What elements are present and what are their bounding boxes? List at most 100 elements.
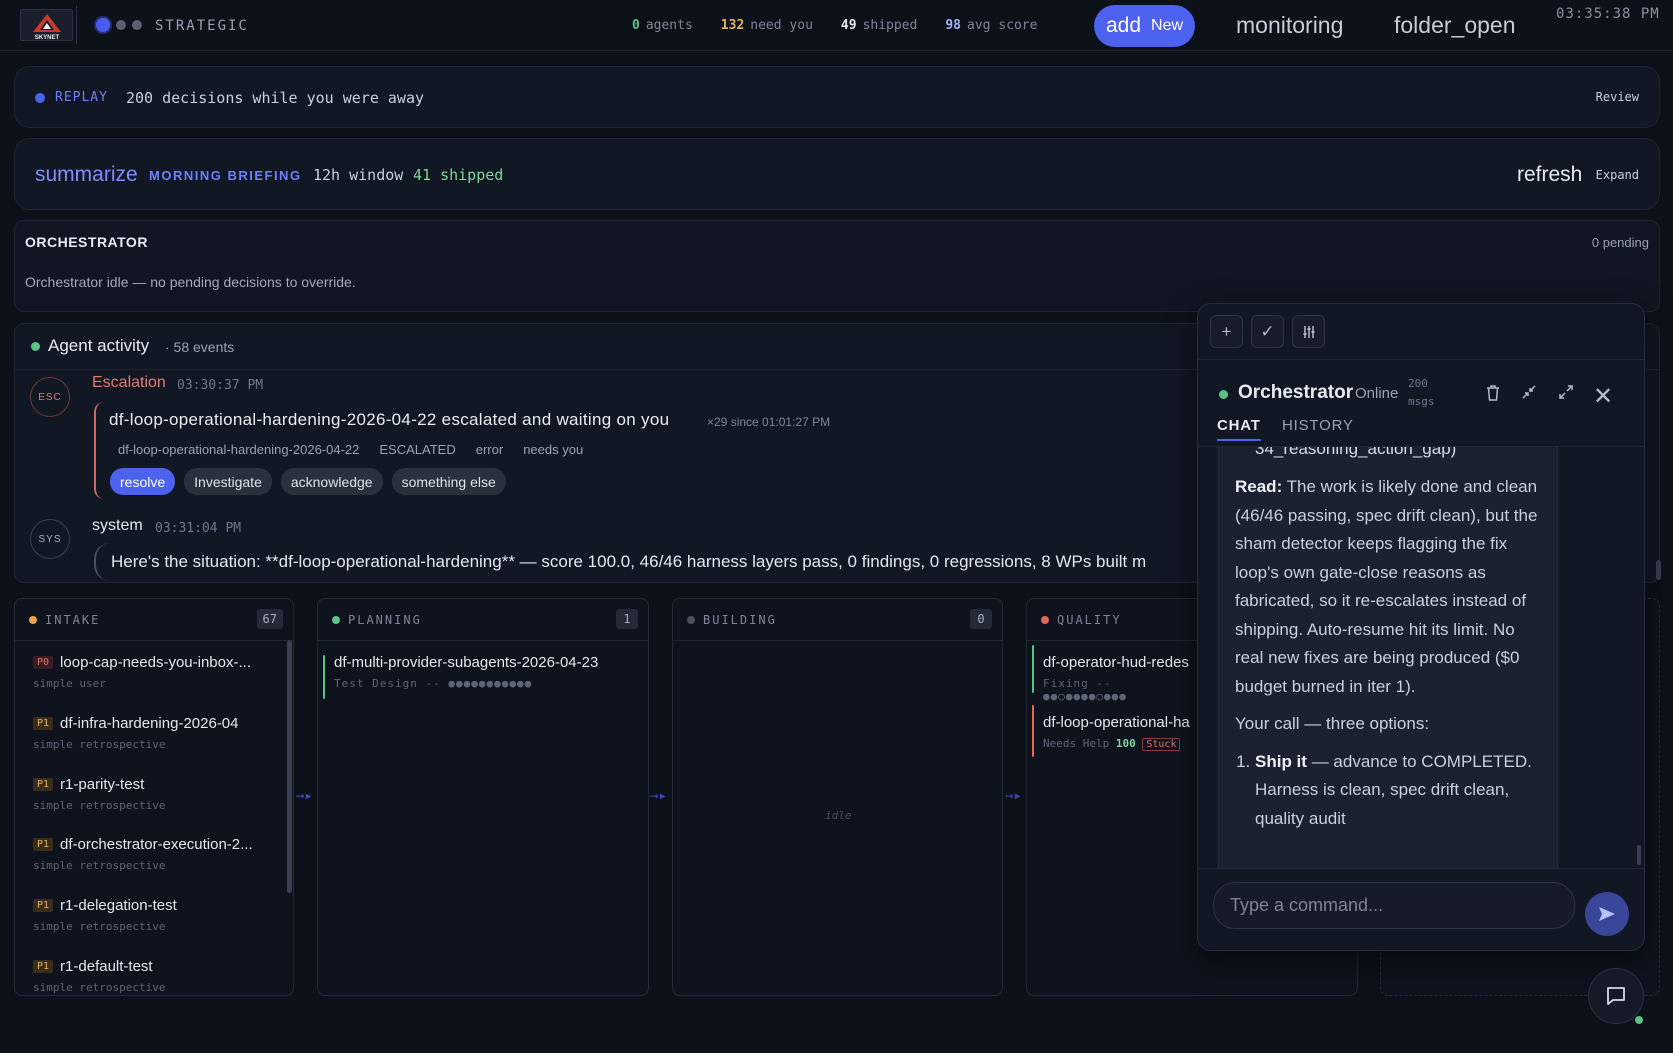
page-scrollbar[interactable]: [1656, 560, 1661, 580]
investigate-button[interactable]: Investigate: [184, 468, 272, 495]
system-avatar: SYS: [30, 519, 70, 559]
chat-scrollbar[interactable]: [1637, 845, 1641, 865]
chat-status: Online: [1355, 385, 1399, 402]
command-input[interactable]: [1213, 882, 1575, 929]
card-stripe: [1032, 645, 1034, 693]
card-stripe: [1032, 705, 1034, 757]
replay-dot: [35, 93, 45, 103]
flow-arrow-icon: →▸: [296, 788, 313, 804]
review-button[interactable]: Review: [1596, 90, 1639, 104]
refresh-icon[interactable]: refresh: [1517, 163, 1582, 187]
new-button[interactable]: add New: [1094, 5, 1195, 47]
system-message: Here's the situation: **df-loop-operatio…: [94, 543, 1194, 581]
priority-badge: P1: [33, 717, 54, 730]
status-dot: [332, 616, 340, 624]
read-text: The work is likely done and clean (46/46…: [1235, 477, 1538, 696]
acknowledge-button[interactable]: acknowledge: [280, 468, 383, 495]
online-dot: [1635, 1016, 1643, 1024]
mode-dot[interactable]: [132, 20, 142, 30]
event-time: 03:31:04 PM: [155, 521, 242, 536]
message-count: 200 msgs: [1408, 377, 1435, 408]
event-count: · 58 events: [165, 339, 235, 355]
chat-agent-name: Orchestrator: [1238, 382, 1354, 403]
escalation-card: df-loop-operational-hardening-2026-04-22…: [94, 402, 1194, 499]
column-count: 0: [970, 609, 992, 629]
item-name: df-orchestrator-execution-2...: [60, 836, 253, 853]
meta-level: error: [475, 442, 504, 457]
event-author: system: [92, 517, 143, 534]
quality-item[interactable]: df-operator-hud-redes Fixing -- ●●○●●●●○…: [1043, 654, 1193, 703]
intake-item[interactable]: P1 r1-parity-test simple retrospective: [33, 776, 283, 812]
stat-need-you[interactable]: 132 need you: [721, 18, 813, 33]
escalation-meta: df-loop-operational-hardening-2026-04-22…: [118, 442, 583, 457]
mode-label: STRATEGIC: [155, 18, 249, 34]
column-building: BUILDING 0 idle: [672, 598, 1003, 996]
logo[interactable]: SKYNET: [20, 9, 73, 41]
planning-item[interactable]: df-multi-provider-subagents-2026-04-23 T…: [334, 654, 644, 690]
column-header: INTAKE 67: [15, 599, 293, 641]
something-else-button[interactable]: something else: [391, 468, 506, 495]
resolve-button[interactable]: resolve: [110, 468, 176, 495]
folder-open-icon[interactable]: folder_open: [1394, 12, 1516, 39]
item-name: r1-parity-test: [60, 776, 145, 793]
orchestrator-title: ORCHESTRATOR: [25, 234, 148, 250]
monitoring-icon[interactable]: monitoring: [1236, 12, 1343, 39]
meta-needs: needs you: [523, 442, 584, 457]
idle-text: idle: [825, 809, 852, 822]
live-dot: [31, 342, 40, 351]
quality-item[interactable]: df-loop-operational-ha Needs Help 100 St…: [1043, 714, 1193, 751]
intake-item[interactable]: P0 loop-cap-needs-you-inbox-... simple us…: [33, 654, 283, 690]
maximize-icon[interactable]: [1558, 384, 1574, 405]
escalation-actions: resolve Investigate acknowledge somethin…: [110, 468, 506, 495]
status-dot: [29, 616, 37, 624]
new-label: New: [1151, 17, 1184, 34]
intake-scrollbar[interactable]: [287, 640, 292, 893]
intake-item[interactable]: P1 r1-default-test simple retrospective: [33, 958, 283, 994]
option-label: Ship it: [1255, 751, 1307, 771]
plus-icon[interactable]: +: [1210, 315, 1243, 348]
chat-message: 34_reasoning_action_gap) Read: The work …: [1218, 447, 1558, 868]
intake-item[interactable]: P1 r1-delegation-test simple retrospectiv…: [33, 897, 283, 933]
system-message-text: Here's the situation: **df-loop-operatio…: [111, 552, 1147, 571]
column-intake: INTAKE 67 P0 loop-cap-needs-you-inbox-...…: [14, 598, 294, 996]
column-name: QUALITY: [1057, 613, 1122, 627]
item-sub: simple retrospective: [33, 738, 166, 751]
item-name: df-operator-hud-redes: [1043, 654, 1189, 671]
priority-badge: P1: [33, 899, 54, 912]
event-author: Escalation: [92, 374, 166, 391]
intake-item[interactable]: P1 df-orchestrator-execution-2... simple …: [33, 836, 283, 872]
priority-badge: P1: [33, 838, 54, 851]
item-name: loop-cap-needs-you-inbox-...: [60, 654, 251, 671]
message-body: Read: The work is likely done and clean …: [1235, 473, 1540, 833]
logo-text: SKYNET: [35, 35, 60, 41]
send-icon[interactable]: [1585, 892, 1629, 936]
briefing-window: 12h window: [313, 166, 404, 184]
flow-arrow-icon: →▸: [1005, 788, 1022, 804]
priority-badge: P1: [33, 960, 54, 973]
expand-button[interactable]: Expand: [1596, 168, 1639, 182]
activity-title: Agent activity: [48, 336, 150, 355]
morning-briefing[interactable]: summarize MORNING BRIEFING 12h window 41…: [14, 138, 1660, 210]
tab-history[interactable]: HISTORY: [1282, 417, 1354, 434]
column-planning: PLANNING 1 df-multi-provider-subagents-2…: [317, 598, 649, 996]
mode-dot[interactable]: [116, 20, 126, 30]
options-list: Ship it — advance to COMPLETED. Harness …: [1255, 748, 1540, 834]
minimize-icon[interactable]: [1521, 384, 1537, 405]
mode-dot-active[interactable]: [96, 18, 110, 32]
check-icon[interactable]: ✓: [1251, 315, 1284, 348]
column-name: PLANNING: [348, 613, 422, 627]
close-icon[interactable]: ✕: [1593, 382, 1613, 411]
chat-toggle-button[interactable]: [1588, 968, 1644, 1024]
divider: [76, 6, 77, 44]
stat-avg-score: 98 avg score: [945, 18, 1038, 33]
trash-icon[interactable]: [1485, 384, 1501, 407]
item-score: 100: [1115, 737, 1136, 750]
mode-dots[interactable]: [96, 18, 142, 32]
tab-chat[interactable]: CHAT: [1217, 417, 1261, 441]
column-header: PLANNING 1: [318, 599, 648, 641]
briefing-shipped: 41 shipped: [413, 166, 504, 184]
summarize-icon: summarize: [35, 163, 138, 186]
item-sub: simple user: [33, 677, 106, 690]
sliders-icon[interactable]: [1292, 315, 1325, 348]
intake-item[interactable]: P1 df-infra-hardening-2026-04 simple retr…: [33, 715, 283, 751]
